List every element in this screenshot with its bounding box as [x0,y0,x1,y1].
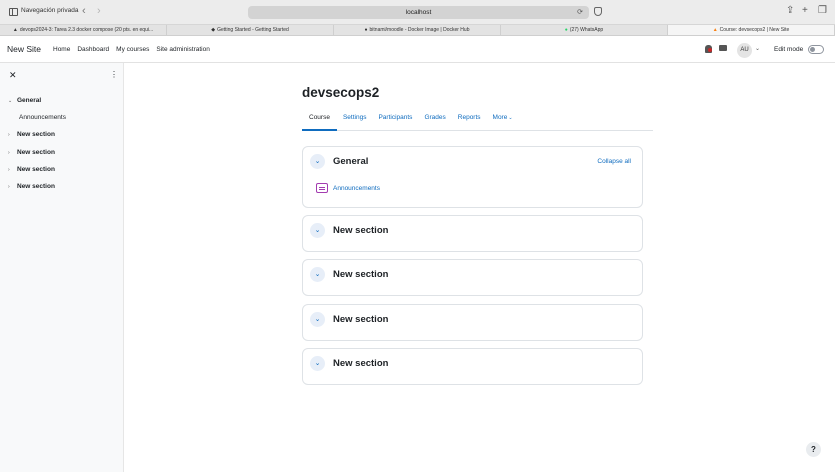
chevron-down-icon[interactable]: ⌄ [310,312,325,327]
course-section: ⌄ New section [302,259,643,296]
chevron-right-icon[interactable]: › [8,167,13,173]
cap-icon: ◆ [211,27,216,33]
section-title: New section [333,314,389,325]
course-index-section[interactable]: › New section [8,166,55,173]
browser-toolbar: Navegación privada ‹ › localhost ⟳ ⇪ + ❐ [0,0,835,25]
chevron-down-icon[interactable]: ⌄ [310,356,325,371]
notification-badge [708,48,712,52]
tab-participants[interactable]: Participants [372,110,418,131]
primary-navigation: Home Dashboard My courses Site administr… [53,46,210,53]
tab-course[interactable]: Course [302,110,337,131]
section-title: New section [333,269,389,280]
nav-site-administration[interactable]: Site administration [156,46,209,53]
url-text: localhost [405,9,432,16]
course-index-section[interactable]: › New section [8,149,55,156]
chevron-right-icon[interactable]: › [8,150,13,156]
collapse-all-link[interactable]: Collapse all [597,158,631,165]
section-title: General [333,156,369,167]
activity-item: Announcements [316,183,380,193]
browser-tab[interactable]: ▲ devops2024-3: Tarea 2.3 docker compose … [0,25,167,35]
course-section: ⌄ New section [302,215,643,252]
secondary-navigation: Course Settings Participants Grades Repo… [302,110,653,131]
activity-link[interactable]: Announcements [333,185,380,192]
chevron-down-icon[interactable]: ⌄ [755,45,760,52]
tab-overview-icon[interactable]: ❐ [818,5,827,17]
tab-more[interactable]: More⌄ [487,110,519,131]
help-button[interactable]: ? [806,442,821,457]
nav-dashboard[interactable]: Dashboard [77,46,109,53]
chevron-down-icon[interactable]: ⌄ [8,98,13,104]
share-icon[interactable]: ⇪ [786,5,794,17]
course-section-general: ⌄ General Collapse all Announcements [302,146,643,208]
forum-icon [316,183,328,193]
docker-icon: ● [364,27,368,33]
back-icon[interactable]: ‹ [82,5,86,17]
browser-tab-active[interactable]: ▲ Course: devsecops2 | New Site [668,25,835,35]
reload-icon[interactable]: ⟳ [577,6,583,19]
browser-tab[interactable]: ● (27) WhatsApp [501,25,668,35]
chevron-down-icon[interactable]: ⌄ [310,223,325,238]
tab-grades[interactable]: Grades [418,110,451,131]
sidebar-toggle-icon[interactable] [9,8,18,16]
moodle-icon: ▲ [712,27,718,33]
browser-tab[interactable]: ◆ Getting Started - Getting Started [167,25,334,35]
privacy-shield-icon[interactable] [594,7,602,16]
course-content: devsecops2 Course Settings Participants … [124,63,835,472]
edit-mode-label: Edit mode [774,46,804,53]
tab-strip: ▲ devops2024-3: Tarea 2.3 docker compose … [0,25,835,36]
close-icon[interactable]: ✕ [9,70,17,80]
course-section: ⌄ New section [302,348,643,385]
chevron-down-icon[interactable]: ⌄ [310,267,325,282]
chevron-down-icon[interactable]: ⌄ [310,154,325,169]
nav-my-courses[interactable]: My courses [116,46,149,53]
course-index-activity[interactable]: Announcements [19,114,66,121]
course-index-section[interactable]: ⌄ General [8,97,41,104]
tab-settings[interactable]: Settings [337,110,373,131]
kebab-menu-icon[interactable]: ⋮ [110,70,118,80]
course-section: ⌄ New section [302,304,643,341]
edit-mode-toggle[interactable] [808,45,824,54]
user-avatar[interactable]: AU [737,43,752,58]
browser-tab[interactable]: ● bitnami/moodle - Docker Image | Docker … [334,25,501,35]
chevron-down-icon: ⌄ [508,115,513,121]
notifications-bell-icon[interactable] [705,45,712,53]
course-index-section[interactable]: › New section [8,131,55,138]
site-name[interactable]: New Site [7,44,41,54]
private-browsing-label: Navegación privada [21,7,79,14]
forward-icon[interactable]: › [97,5,101,17]
chevron-right-icon[interactable]: › [8,184,13,190]
chevron-right-icon[interactable]: › [8,132,13,138]
messages-icon[interactable] [719,45,727,51]
course-index-section[interactable]: › New section [8,183,55,190]
site-navbar: New Site Home Dashboard My courses Site … [0,37,835,63]
moodle-icon: ▲ [12,27,18,33]
page-title: devsecops2 [302,85,380,100]
section-title: New section [333,225,389,236]
new-tab-icon[interactable]: + [802,5,808,17]
section-title: New section [333,358,389,369]
tab-reports[interactable]: Reports [452,110,487,131]
address-bar[interactable]: localhost ⟳ [248,6,589,19]
nav-home[interactable]: Home [53,46,70,53]
course-index-drawer: ✕ ⋮ ⌄ General Announcements › New sectio… [0,63,124,472]
whatsapp-icon: ● [564,27,568,33]
toggle-knob [810,47,815,52]
